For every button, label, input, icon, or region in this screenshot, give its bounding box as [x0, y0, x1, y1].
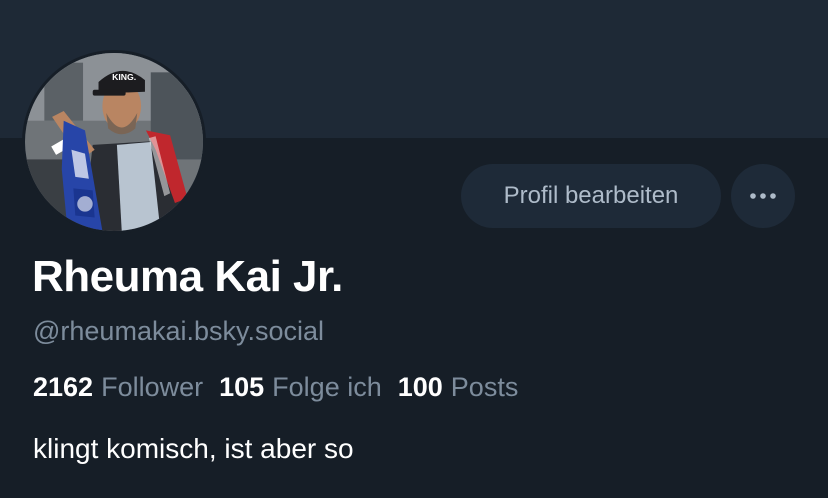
avatar-photo: KING. [25, 53, 203, 231]
edit-profile-label: Profil bearbeiten [503, 182, 679, 209]
profile-handle: @rheumakai.bsky.social [33, 316, 325, 346]
posts-count: 100 [397, 372, 443, 402]
following-label: Folge ich [272, 372, 382, 402]
more-options-button[interactable] [731, 164, 795, 228]
posts-label: Posts [450, 372, 519, 402]
display-name: Rheuma Kai Jr. [32, 252, 343, 301]
profile-stats: 2162 Follower 105 Folge ich 100 Posts [33, 372, 534, 403]
cap-text: KING. [112, 72, 136, 82]
profile-bio: klingt komisch, ist aber so [33, 433, 354, 464]
following-count: 105 [219, 372, 265, 402]
stat-following[interactable]: 105 Folge ich [219, 372, 382, 403]
followers-count: 2162 [33, 372, 94, 402]
followers-label: Follower [101, 372, 204, 402]
edit-profile-button[interactable]: Profil bearbeiten [461, 164, 721, 228]
stat-followers[interactable]: 2162 Follower [33, 372, 203, 403]
stat-posts: 100 Posts [398, 372, 519, 403]
profile-avatar[interactable]: KING. [22, 50, 206, 234]
ellipsis-icon [750, 193, 776, 199]
